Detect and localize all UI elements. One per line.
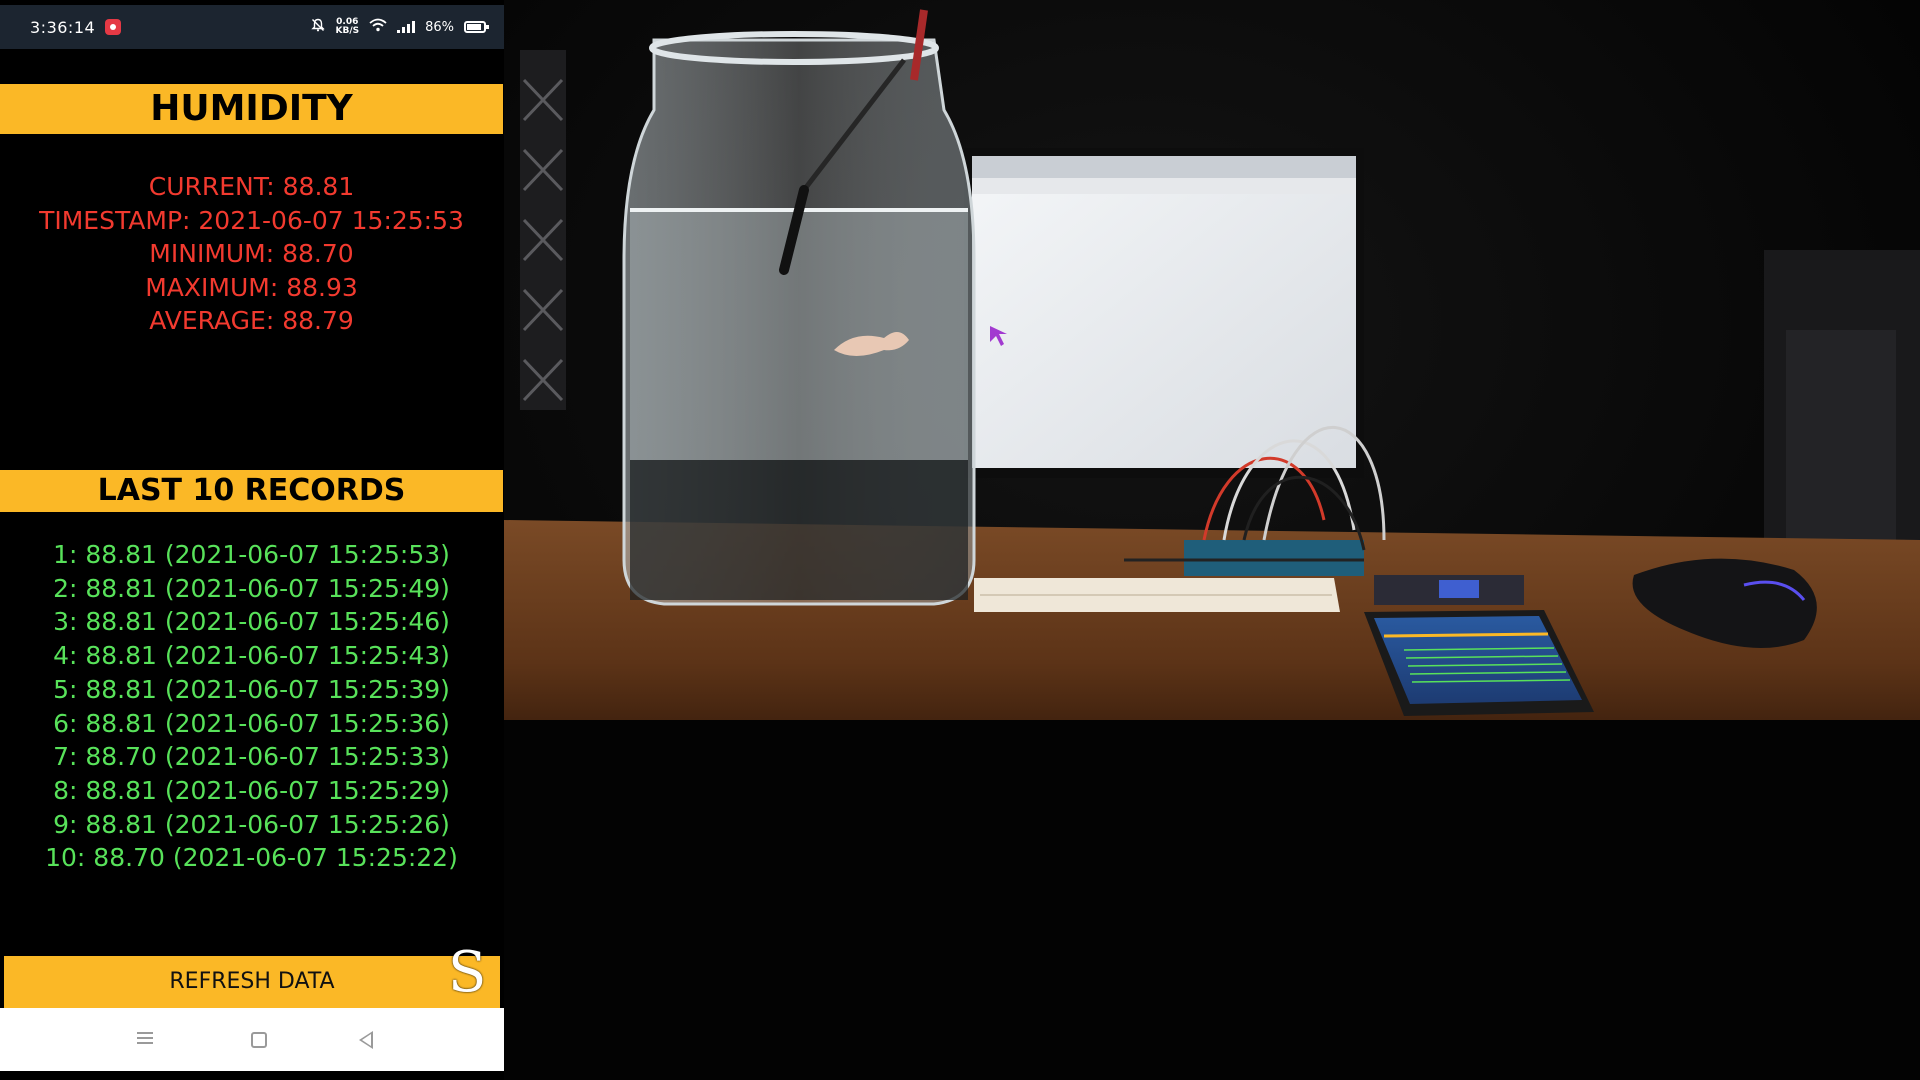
list-item: 7: 88.70 (2021-06-07 15:25:33) — [53, 742, 450, 772]
list-item: 3: 88.81 (2021-06-07 15:25:46) — [53, 607, 450, 637]
refresh-data-button[interactable]: REFRESH DATA — [4, 956, 500, 1008]
mute-icon — [311, 18, 326, 36]
screen-record-icon — [105, 19, 122, 35]
maximum-value: MAXIMUM: 88.93 — [145, 272, 358, 302]
battery-icon — [464, 21, 489, 33]
home-icon[interactable] — [251, 1031, 267, 1048]
records-list: 1: 88.81 (2021-06-07 15:25:53) 2: 88.81 … — [0, 538, 503, 875]
phone-screen: 3:36:14 0.06 KB/S 86% HUMIDITY CURRENT: … — [0, 0, 504, 1071]
timestamp-value: TIMESTAMP: 2021-06-07 15:25:53 — [39, 205, 464, 235]
screen: 3:36:14 0.06 KB/S 86% HUMIDITY CURRENT: … — [0, 0, 1920, 1080]
humidity-stats: CURRENT: 88.81 TIMESTAMP: 2021-06-07 15:… — [0, 170, 503, 338]
back-icon[interactable] — [359, 1030, 373, 1049]
average-value: AVERAGE: 88.79 — [149, 306, 354, 335]
minimum-value: MINIMUM: 88.70 — [149, 239, 354, 268]
status-time: 3:36:14 — [30, 17, 96, 37]
humidity-header: HUMIDITY — [0, 84, 503, 134]
list-item: 9: 88.81 (2021-06-07 15:25:26) — [53, 809, 450, 839]
list-item: 10: 88.70 (2021-06-07 15:25:22) — [45, 843, 458, 873]
list-item: 5: 88.81 (2021-06-07 15:25:39) — [53, 674, 450, 704]
records-header: LAST 10 RECORDS — [0, 470, 503, 512]
list-item: 1: 88.81 (2021-06-07 15:25:53) — [53, 540, 450, 569]
list-item: 2: 88.81 (2021-06-07 15:25:49) — [53, 573, 450, 603]
camera-view — [504, 0, 1920, 1080]
list-item: 8: 88.81 (2021-06-07 15:25:29) — [53, 775, 450, 805]
list-item: 6: 88.81 (2021-06-07 15:25:36) — [53, 708, 450, 738]
list-item: 4: 88.81 (2021-06-07 15:25:43) — [53, 641, 450, 671]
watermark-letter: S — [448, 940, 487, 1005]
status-icons: 0.06 KB/S 86% — [311, 17, 489, 36]
current-value: CURRENT: 88.81 — [148, 172, 355, 201]
navigation-bar — [0, 1008, 504, 1071]
battery-percent: 86% — [425, 19, 454, 35]
signal-icon — [397, 21, 416, 33]
menu-icon[interactable] — [131, 1027, 159, 1052]
status-bar: 3:36:14 0.06 KB/S 86% — [0, 5, 504, 49]
desk-scene-image — [504, 0, 1920, 1080]
wifi-icon — [369, 18, 387, 36]
net-speed: 0.06 KB/S — [335, 17, 360, 36]
